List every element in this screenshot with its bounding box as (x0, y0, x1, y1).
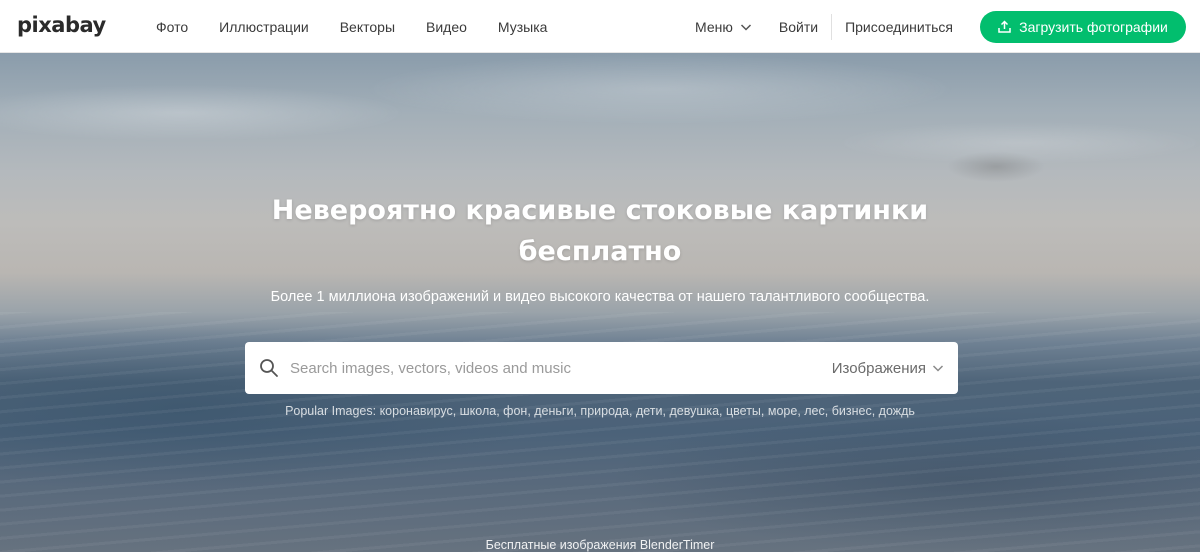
popular-tag[interactable]: бизнес (832, 404, 872, 418)
pixabay-logo[interactable]: pixabay (17, 13, 106, 37)
nav-link-illustrations[interactable]: Иллюстрации (219, 19, 309, 35)
upload-photos-button[interactable]: Загрузить фотографии (980, 10, 1186, 43)
search-bar: Изображения (245, 342, 958, 394)
media-type-select[interactable]: Изображения (832, 342, 944, 394)
popular-tag[interactable]: природа (580, 404, 629, 418)
popular-tag[interactable]: лес (804, 404, 825, 418)
hero-title-line2: бесплатно (518, 236, 682, 267)
hero-banner: Невероятно красивые стоковые картинки бе… (0, 53, 1200, 552)
popular-tag[interactable]: школа (460, 404, 497, 418)
media-type-selected: Изображения (831, 359, 926, 377)
popular-tag[interactable]: фон (503, 404, 527, 418)
popular-tag[interactable]: деньги (534, 404, 573, 418)
popular-tag[interactable]: море (768, 404, 797, 418)
top-navigation-bar: pixabay Фото Иллюстрации Векторы Видео М… (0, 0, 1200, 53)
popular-tag[interactable]: девушка (669, 404, 719, 418)
chevron-down-icon (932, 365, 944, 372)
primary-nav: Фото Иллюстрации Векторы Видео Музыка (156, 0, 578, 53)
chevron-down-icon (740, 23, 751, 31)
nav-link-photos[interactable]: Фото (156, 19, 188, 35)
popular-tag[interactable]: коронавирус (380, 404, 453, 418)
join-link[interactable]: Присоединиться (845, 19, 953, 35)
popular-tag[interactable]: цветы (726, 404, 761, 418)
menu-label: Меню (695, 18, 733, 35)
nav-link-music[interactable]: Музыка (498, 19, 548, 35)
image-credit-link[interactable]: Бесплатные изображения BlenderTimer (0, 538, 1200, 552)
hero-title-line1: Невероятно красивые стоковые картинки (271, 195, 929, 226)
search-icon[interactable] (259, 358, 279, 378)
upload-label: Загрузить фотографии (1019, 18, 1168, 35)
popular-searches: Popular Images: коронавирус, школа, фон,… (285, 404, 915, 418)
upload-icon (998, 20, 1011, 33)
search-input[interactable] (290, 342, 810, 394)
login-link[interactable]: Войти (779, 13, 833, 40)
hero-subtitle: Более 1 миллиона изображений и видео выс… (270, 289, 930, 305)
popular-label: Popular Images: (285, 404, 377, 418)
nav-link-vectors[interactable]: Векторы (340, 19, 395, 35)
popular-tag[interactable]: дождь (879, 404, 915, 418)
account-nav: Меню Войти Присоединиться Загрузить фото… (695, 0, 1186, 53)
menu-dropdown-button[interactable]: Меню (695, 19, 752, 35)
popular-tag[interactable]: дети (636, 404, 663, 418)
hero-title: Невероятно красивые стоковые картинки бе… (0, 190, 1200, 272)
nav-link-videos[interactable]: Видео (426, 19, 467, 35)
